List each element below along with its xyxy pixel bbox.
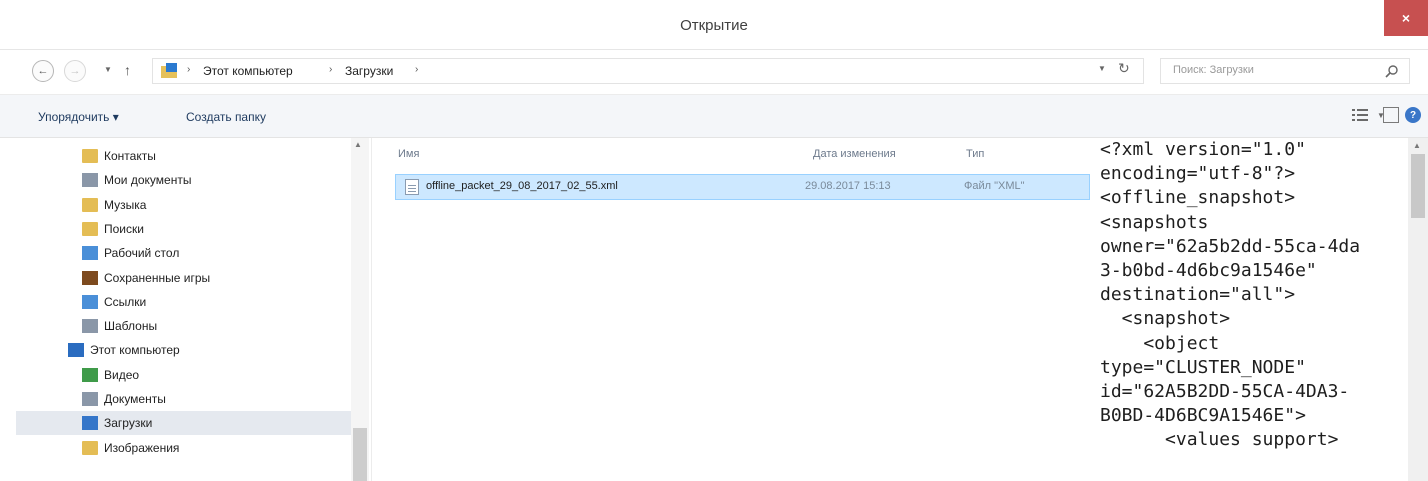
pictures-icon bbox=[82, 440, 98, 455]
sidebar-item-label: Шаблоны bbox=[104, 319, 158, 334]
xml-file-icon bbox=[405, 179, 419, 195]
scroll-up-icon[interactable]: ▲ bbox=[354, 140, 362, 149]
preview-pane: <?xml version="1.0" encoding="utf-8"?> <… bbox=[1090, 138, 1408, 481]
sidebar-item[interactable]: Шаблоны bbox=[16, 314, 364, 338]
sidebar-item[interactable]: Сохраненные игры bbox=[16, 266, 364, 290]
sidebar-item-label: Видео bbox=[104, 367, 140, 382]
sidebar-item-label: Мои документы bbox=[104, 173, 192, 188]
sidebar-item[interactable]: Изображения bbox=[16, 436, 364, 460]
breadcrumb-downloads[interactable]: Загрузки bbox=[345, 64, 393, 78]
title-bar: Открытие × bbox=[0, 0, 1428, 50]
breadcrumb-separator[interactable]: › bbox=[415, 64, 418, 75]
recent-locations-dropdown[interactable]: ▼ bbox=[104, 65, 112, 74]
preview-pane-toggle-icon[interactable] bbox=[1383, 107, 1399, 123]
up-button[interactable]: ↑ bbox=[124, 62, 131, 78]
sidebar-item[interactable]: Документы bbox=[16, 387, 364, 411]
desktop-icon bbox=[82, 246, 98, 261]
column-header-name[interactable]: Имя bbox=[398, 148, 419, 160]
navigation-bar: ← → ▼ ↑ › Этот компьютер › Загрузки › ▼ … bbox=[0, 50, 1428, 94]
contacts-icon bbox=[82, 149, 98, 163]
close-button[interactable]: × bbox=[1384, 0, 1428, 36]
change-view-icon[interactable] bbox=[1352, 108, 1368, 122]
navigation-pane: Контакты Мои документы Музыка Поиски Рабочий… bbox=[0, 138, 372, 481]
sidebar-item[interactable]: Рабочий стол bbox=[16, 241, 364, 265]
breadcrumb-this-pc[interactable]: Этот компьютер bbox=[203, 64, 293, 78]
organize-button[interactable]: Упорядочить ▾ bbox=[38, 110, 119, 124]
address-dropdown[interactable]: ▼ bbox=[1098, 64, 1106, 73]
file-name: offline_packet_29_08_2017_02_55.xml bbox=[426, 180, 618, 192]
sidebar-item[interactable]: Видео bbox=[16, 363, 364, 387]
video-icon bbox=[82, 367, 98, 382]
file-list: Имя Дата изменения Тип offline_packet_29… bbox=[373, 138, 1090, 481]
sidebar-item-label: Этот компьютер bbox=[90, 343, 180, 358]
sidebar-item[interactable]: Этот компьютер bbox=[16, 338, 364, 362]
sidebar-item-label: Сохраненные игры bbox=[104, 270, 211, 285]
forward-arrow-icon: → bbox=[69, 65, 81, 77]
back-button[interactable]: ← bbox=[32, 60, 54, 82]
sidebar-item-label: Загрузки bbox=[104, 416, 153, 431]
preview-scrollbar[interactable]: ▲ bbox=[1408, 138, 1428, 481]
breadcrumb-separator[interactable]: › bbox=[329, 64, 332, 75]
scroll-up-icon[interactable]: ▲ bbox=[1413, 141, 1421, 150]
sidebar-item-label: Ссылки bbox=[104, 294, 147, 309]
sidebar-item-label: Музыка bbox=[104, 197, 147, 212]
templates-icon bbox=[82, 319, 98, 334]
sidebar-item[interactable]: Загрузки bbox=[16, 411, 364, 436]
searches-icon bbox=[82, 221, 98, 236]
sidebar-item[interactable]: Ссылки bbox=[16, 290, 364, 314]
address-bar[interactable]: › Этот компьютер › Загрузки › bbox=[152, 58, 1144, 84]
sidebar-item-label: Рабочий стол bbox=[104, 246, 180, 261]
search-input[interactable]: Поиск: Загрузки bbox=[1173, 64, 1254, 76]
help-icon[interactable]: ? bbox=[1405, 107, 1421, 123]
downloads-icon bbox=[82, 416, 98, 431]
close-icon: × bbox=[1401, 10, 1411, 26]
window-title: Открытие bbox=[680, 17, 748, 34]
sidebar-item[interactable]: Поиски bbox=[16, 217, 364, 241]
sidebar-item-label: Контакты bbox=[104, 149, 156, 163]
documents-icon bbox=[82, 173, 98, 188]
sidebar-item[interactable]: Контакты bbox=[16, 144, 364, 168]
documents-icon bbox=[82, 392, 98, 406]
refresh-button[interactable]: ↻ bbox=[1118, 60, 1130, 77]
saved-games-icon bbox=[82, 270, 98, 285]
sidebar-item[interactable]: Музыка bbox=[16, 193, 364, 217]
scrollbar-thumb[interactable] bbox=[1411, 154, 1425, 218]
sidebar-item-label: Поиски bbox=[104, 221, 144, 236]
table-row[interactable]: offline_packet_29_08_2017_02_55.xml 29.0… bbox=[395, 174, 1090, 200]
forward-button[interactable]: → bbox=[64, 60, 86, 82]
navigation-pane-scrollbar[interactable]: ▲ bbox=[351, 138, 369, 481]
search-box[interactable]: Поиск: Загрузки bbox=[1160, 58, 1410, 84]
search-icon[interactable] bbox=[1385, 64, 1399, 78]
sidebar-item-label: Изображения bbox=[104, 440, 180, 455]
new-folder-button[interactable]: Создать папку bbox=[186, 110, 266, 124]
column-header-type[interactable]: Тип bbox=[966, 148, 984, 160]
sidebar-item-label: Документы bbox=[104, 392, 166, 406]
location-icon bbox=[161, 63, 179, 79]
command-toolbar: Упорядочить ▾ Создать папку ▼ ? bbox=[0, 94, 1428, 138]
xml-preview-text: <?xml version="1.0" encoding="utf-8"?> <… bbox=[1100, 139, 1361, 451]
file-date: 29.08.2017 15:13 bbox=[805, 180, 891, 192]
column-header-date[interactable]: Дата изменения bbox=[813, 148, 896, 160]
scrollbar-thumb[interactable] bbox=[353, 428, 367, 481]
breadcrumb-separator[interactable]: › bbox=[187, 64, 190, 75]
music-icon bbox=[82, 197, 98, 212]
sidebar-item[interactable]: Мои документы bbox=[16, 168, 364, 192]
computer-icon bbox=[68, 343, 84, 358]
back-arrow-icon: ← bbox=[37, 65, 49, 77]
links-icon bbox=[82, 294, 98, 309]
file-type: Файл "XML" bbox=[964, 180, 1025, 192]
